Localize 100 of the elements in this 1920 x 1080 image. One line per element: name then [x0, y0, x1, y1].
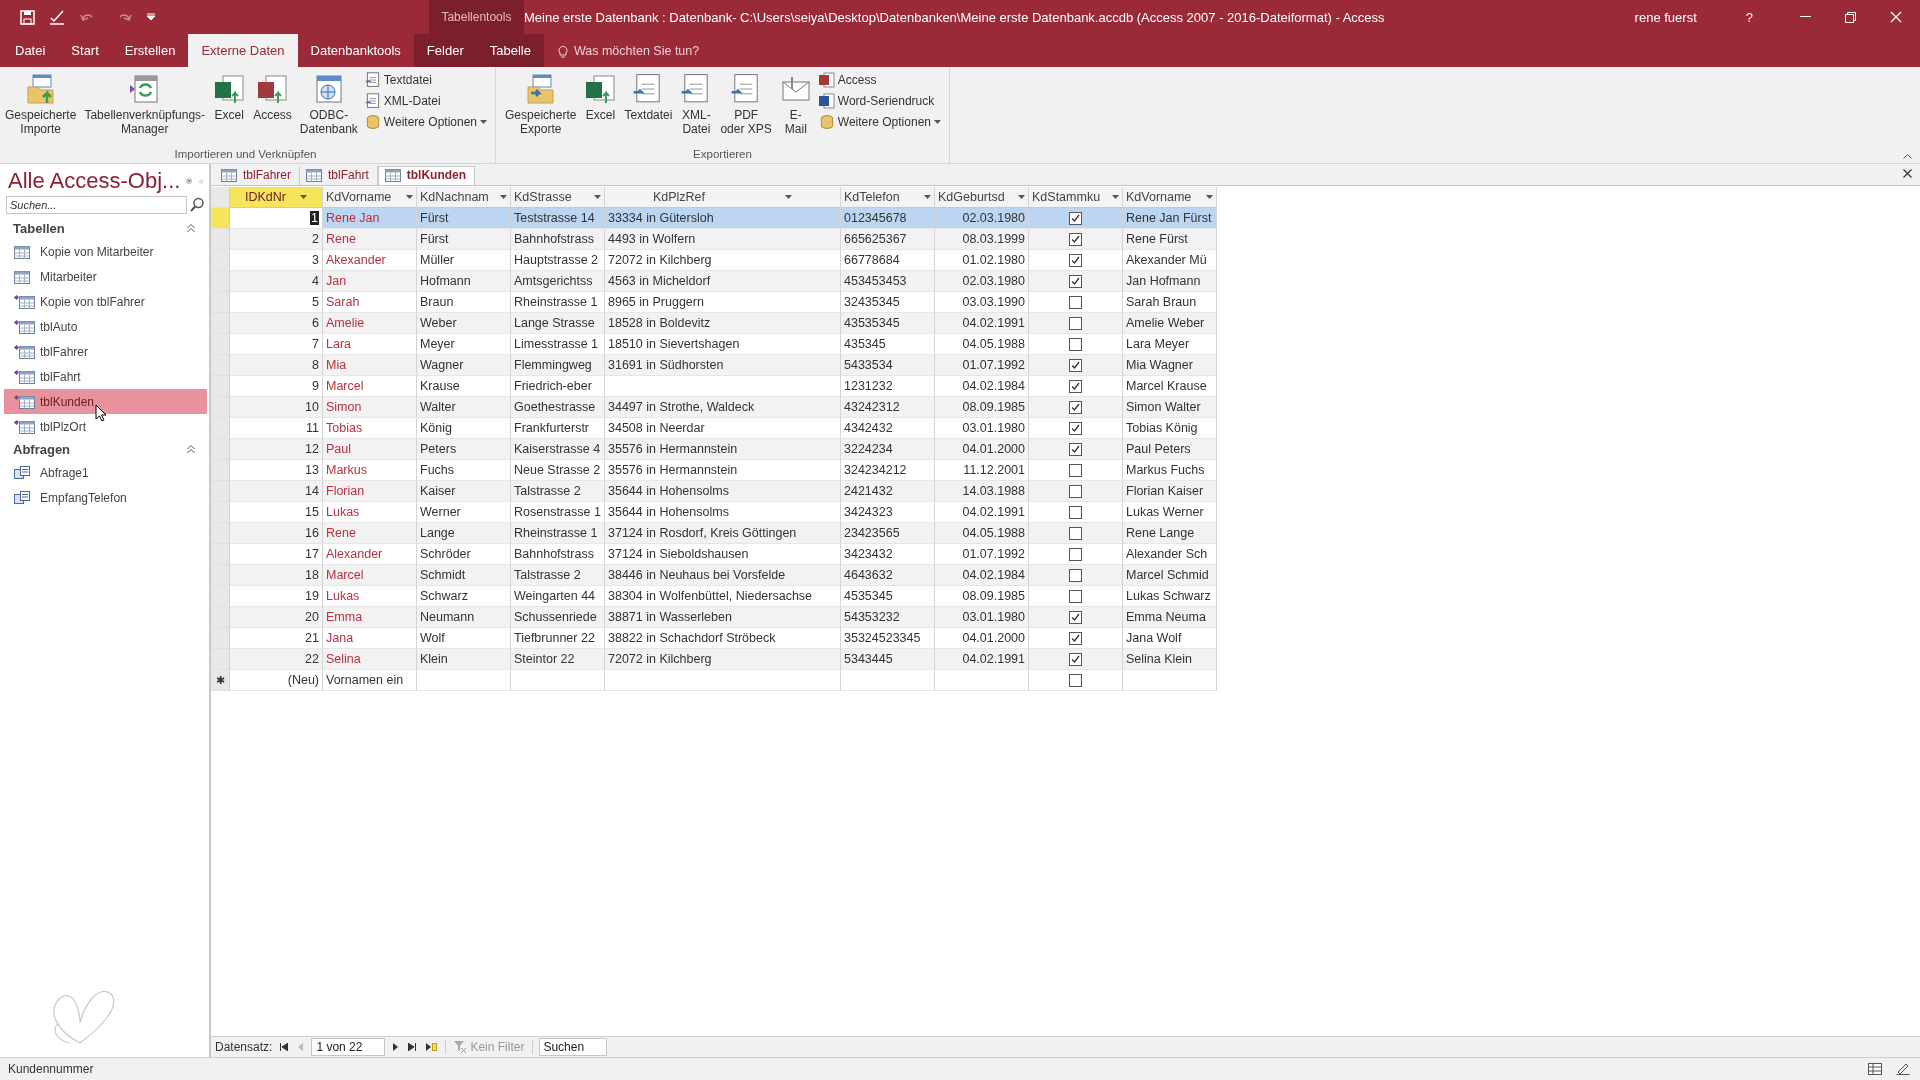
ribbon-button[interactable]: E- Mail [776, 71, 815, 139]
ribbon-tab[interactable]: Erstellen [111, 34, 189, 67]
column-header[interactable]: KdTelefon [841, 187, 935, 208]
first-record-icon[interactable] [278, 1043, 291, 1051]
restore-icon[interactable] [1845, 11, 1856, 23]
checkbox[interactable] [1069, 505, 1082, 519]
ribbon-button[interactable]: Weitere Optionen [362, 113, 490, 131]
column-header[interactable]: KdVorname [1123, 187, 1217, 208]
ribbon-button[interactable]: Access [816, 71, 943, 89]
nav-item[interactable]: Abfrage1 [4, 460, 207, 485]
nav-item[interactable]: tblKunden [4, 389, 207, 414]
table-cell: Rene [323, 523, 417, 544]
column-header[interactable]: KdStammku [1029, 187, 1123, 208]
checkbox[interactable] [1069, 421, 1082, 435]
checkbox[interactable] [1069, 547, 1082, 561]
ribbon-button[interactable]: Gespeicherte Exporte [502, 71, 580, 139]
checkbox[interactable] [1069, 610, 1082, 624]
table-cell: Amelie Weber [1123, 313, 1217, 334]
ribbon-tab[interactable]: Externe Daten [188, 34, 298, 67]
nav-item[interactable]: Kopie von tblFahrer [4, 289, 207, 314]
search-field[interactable]: Suchen... [6, 196, 187, 214]
nav-item[interactable]: tblAuto [4, 314, 207, 339]
group-label: Importieren und Verknüpfen [173, 148, 318, 162]
ribbon-button[interactable]: Tabellenverknüpfungs- Manager [81, 71, 209, 139]
checkbox[interactable] [1069, 295, 1082, 309]
checkbox[interactable] [1069, 652, 1082, 666]
ribbon-button[interactable]: XML-Datei [362, 92, 490, 110]
column-header[interactable]: KdVorname [323, 187, 417, 208]
minimize-icon[interactable] [1800, 16, 1811, 18]
checkbox[interactable] [1069, 631, 1082, 645]
checkbox[interactable] [1069, 358, 1082, 372]
checkbox[interactable] [1069, 232, 1082, 246]
checkbox[interactable] [1069, 274, 1082, 288]
checkbox[interactable] [1069, 526, 1082, 540]
search-icon[interactable] [189, 197, 205, 213]
last-record-icon[interactable] [406, 1043, 419, 1051]
user-name[interactable]: rene fuerst [1634, 9, 1697, 25]
checkbox[interactable] [1069, 211, 1082, 225]
table-cell: 35644 in Hohensolms [605, 481, 841, 502]
column-header[interactable]: IDKdNr [230, 187, 323, 208]
ribbon-button[interactable]: PDF oder XPS [717, 71, 775, 139]
ribbon-button[interactable]: Textdatei [362, 71, 490, 89]
table-cell: Talstrasse 2 [511, 565, 605, 586]
row-selector[interactable]: ✱ [211, 670, 230, 691]
document-tab[interactable]: tblKunden [377, 166, 476, 185]
document-tab[interactable]: tblFahrt [300, 166, 378, 185]
checkbox[interactable] [1069, 400, 1082, 414]
ribbon-tab[interactable]: Datei [2, 34, 59, 67]
nav-item[interactable]: tblFahrt [4, 364, 207, 389]
ribbon-tab[interactable]: Datenbanktools [297, 34, 414, 67]
ribbon-button[interactable]: Textdatei [621, 71, 676, 125]
column-header[interactable]: KdPlzRef [605, 187, 841, 208]
nav-pane-title[interactable]: Alle Access-Obj... [8, 168, 181, 194]
design-view-icon[interactable] [1896, 1063, 1910, 1075]
close-icon[interactable] [1903, 169, 1912, 178]
checkbox[interactable] [1069, 673, 1082, 687]
nav-item[interactable]: tblFahrer [4, 339, 207, 364]
nav-item[interactable]: EmpfangTelefon [4, 485, 207, 510]
checkbox[interactable] [1069, 316, 1082, 330]
ribbon-button[interactable]: Excel [581, 71, 620, 125]
checkbox[interactable] [1069, 463, 1082, 477]
column-header[interactable]: KdNachnam [417, 187, 511, 208]
record-label: Datensatz: [215, 1040, 273, 1054]
new-record-icon[interactable] [424, 1043, 440, 1051]
ribbon-button[interactable]: Weitere Optionen [816, 113, 943, 131]
sort-caret-icon [300, 195, 307, 199]
column-header[interactable]: KdGeburtsd [935, 187, 1029, 208]
tell-me-field[interactable]: Was möchten Sie tun? [573, 43, 700, 58]
checkbox[interactable] [1069, 253, 1082, 267]
ribbon-button[interactable]: XML- Datei [677, 71, 716, 139]
ribbon-tab[interactable]: Start [58, 34, 112, 67]
checklist-icon[interactable] [49, 9, 65, 25]
ribbon-tab[interactable]: Felder [413, 34, 477, 67]
table-cell: 04.02.1991 [935, 649, 1029, 670]
help-button[interactable]: ? [1732, 9, 1766, 25]
group-header[interactable]: Abfragen [13, 442, 71, 457]
nav-item[interactable]: Mitarbeiter [4, 264, 207, 289]
checkbox[interactable] [1069, 589, 1082, 603]
group-header[interactable]: Tabellen [13, 221, 65, 236]
collapse-ribbon-icon[interactable] [1903, 153, 1912, 159]
datasheet-view-icon[interactable] [1868, 1063, 1882, 1075]
customize-icon[interactable] [147, 13, 155, 21]
document-tab[interactable]: tblFahrer [215, 166, 301, 185]
nav-item[interactable]: Kopie von Mitarbeiter [4, 239, 207, 264]
ribbon-button[interactable]: ODBC- Datenbank [296, 71, 361, 139]
ribbon-button[interactable]: Excel [210, 71, 249, 125]
table-cell: 38446 in Neuhaus bei Vorsfelde [605, 565, 841, 586]
checkbox[interactable] [1069, 442, 1082, 456]
checkbox[interactable] [1069, 568, 1082, 582]
checkbox[interactable] [1069, 484, 1082, 498]
checkbox[interactable] [1069, 337, 1082, 351]
record-position-field[interactable]: 1 von 22 [311, 1038, 386, 1056]
column-header[interactable]: KdStrasse [511, 187, 605, 208]
ribbon-button[interactable]: Word-Seriendruck [816, 92, 943, 110]
save-icon[interactable] [20, 9, 35, 25]
ribbon-tab[interactable]: Tabelle [476, 34, 544, 67]
ribbon-button[interactable]: Gespeicherte Importe [2, 71, 80, 139]
ribbon-button[interactable]: Access [250, 71, 295, 125]
checkbox[interactable] [1069, 379, 1082, 393]
search-field[interactable]: Suchen [539, 1038, 608, 1056]
